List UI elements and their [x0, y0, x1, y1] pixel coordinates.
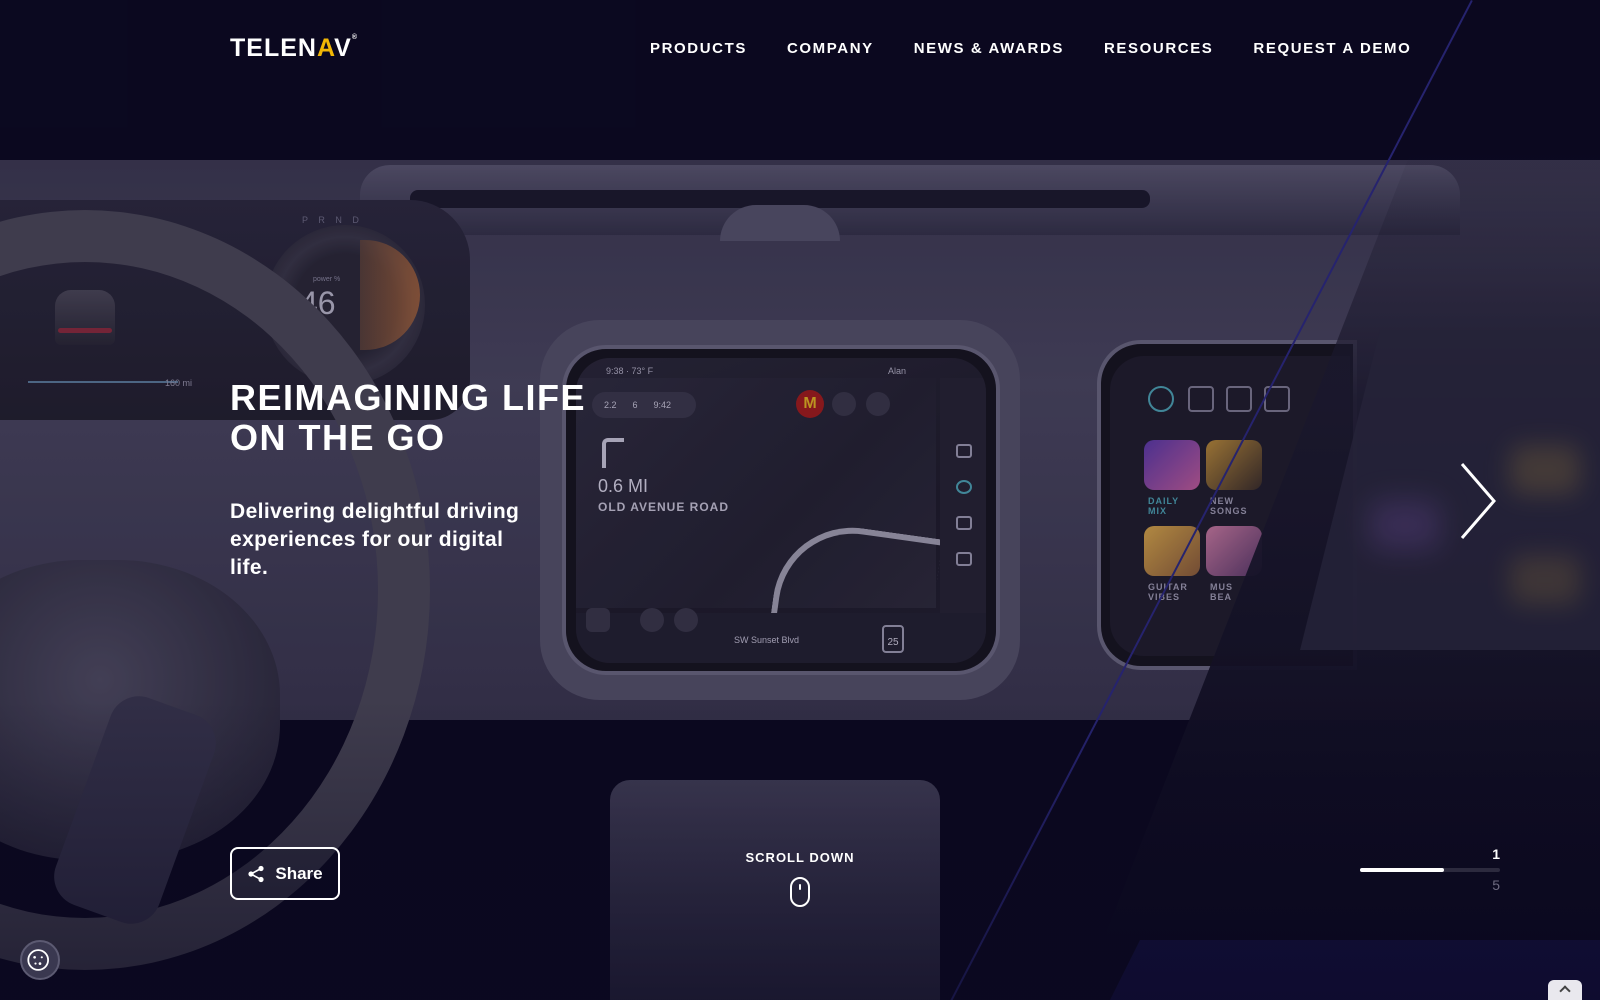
telenav-logo[interactable]: TELENAV®: [230, 34, 358, 63]
mouse-scroll-icon[interactable]: [790, 877, 810, 907]
scroll-down-label[interactable]: SCROLL DOWN: [740, 850, 860, 865]
nav-company[interactable]: COMPANY: [787, 40, 874, 57]
chevron-right-icon[interactable]: [1458, 462, 1498, 540]
slide-progress-fill: [1360, 868, 1444, 872]
chevron-up-icon[interactable]: [1548, 980, 1582, 1000]
nav-products[interactable]: PRODUCTS: [650, 40, 747, 57]
hero-headline: REIMAGINING LIFE ON THE GO: [230, 377, 586, 458]
share-label: Share: [275, 863, 323, 883]
cookie-icon[interactable]: [20, 940, 60, 980]
slide-progress: [1360, 868, 1500, 872]
nav-request-demo[interactable]: REQUEST A DEMO: [1253, 40, 1411, 57]
logo-accent-letter: A: [316, 34, 335, 62]
share-icon: [248, 865, 264, 882]
hero-subline: Delivering delightful driving experience…: [230, 500, 520, 579]
main-nav: PRODUCTS COMPANY NEWS & AWARDS RESOURCES…: [650, 40, 1411, 57]
share-button[interactable]: Share: [230, 847, 340, 900]
slide-current: 1: [1492, 846, 1500, 862]
nav-news-awards[interactable]: NEWS & AWARDS: [914, 40, 1064, 57]
nav-resources[interactable]: RESOURCES: [1104, 40, 1213, 57]
slide-total: 5: [1492, 877, 1500, 893]
